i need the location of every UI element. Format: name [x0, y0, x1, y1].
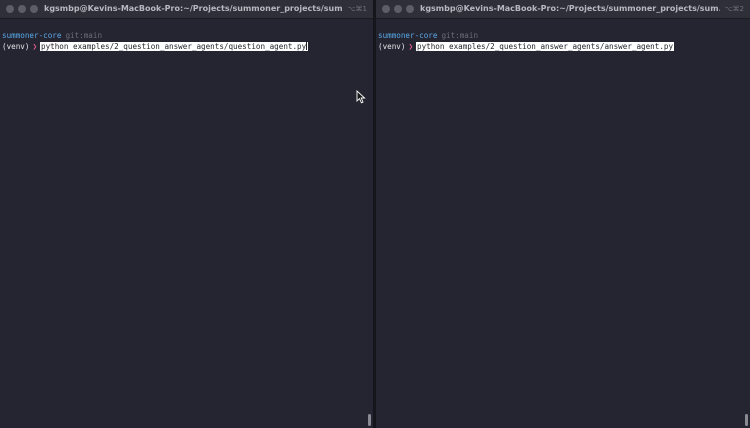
left-prompt-arrow-icon: ❯: [32, 42, 38, 51]
right-command-value: python examples/2_question_answer_agents…: [417, 42, 674, 51]
right-scrollbar[interactable]: [744, 19, 749, 428]
left-scrollbar[interactable]: [367, 19, 372, 428]
right-terminal-content[interactable]: summoner-core git:main (venv) ❯ python exam…: [378, 30, 675, 52]
left-git-branch: git:main: [65, 31, 103, 40]
left-cursor: [306, 41, 308, 50]
right-command-line[interactable]: (venv) ❯ python examples/2_question_answer…: [378, 41, 675, 52]
right-terminal-titlebar[interactable]: kgsmbp@Kevins-MacBook-Pro:~/Projects/sum…: [376, 0, 750, 19]
left-command-text[interactable]: python examples/2_question_answer_agents…: [40, 41, 309, 51]
left-terminal-window[interactable]: kgsmbp@Kevins-MacBook-Pro:~/Projects/sum…: [0, 0, 373, 428]
left-scroll-thumb[interactable]: [368, 414, 371, 426]
right-prompt-header: summoner-core git:main: [378, 30, 674, 41]
right-command-text[interactable]: python examples/2_question_answer_agents…: [416, 42, 675, 51]
left-command-value: python examples/2_question_answer_agents…: [41, 42, 307, 51]
left-env: (venv): [2, 42, 30, 51]
right-prompt-arrow-icon: ❯: [408, 42, 414, 51]
zoom-icon[interactable]: [30, 5, 38, 13]
left-terminal-content[interactable]: summoner-core git:main (venv) ❯ python exam…: [2, 30, 309, 52]
left-terminal-titlebar[interactable]: kgsmbp@Kevins-MacBook-Pro:~/Projects/sum…: [0, 0, 373, 19]
right-directory: summoner-core: [378, 31, 438, 40]
left-command-line[interactable]: (venv) ❯ python examples/2_question_answer…: [2, 41, 309, 52]
minimize-icon[interactable]: [394, 5, 402, 13]
close-icon[interactable]: [6, 5, 14, 13]
mouse-pointer-icon: [356, 90, 366, 104]
screen: kgsmbp@Kevins-MacBook-Pro:~/Projects/sum…: [0, 0, 750, 428]
left-directory: summoner-core: [2, 31, 62, 40]
right-terminal-shortcut: ⌥⌘2: [724, 5, 744, 13]
left-terminal-title: kgsmbp@Kevins-MacBook-Pro:~/Projects/sum…: [44, 4, 343, 13]
zoom-icon[interactable]: [406, 5, 414, 13]
left-terminal-shortcut: ⌥⌘1: [347, 5, 367, 13]
right-git-branch: git:main: [441, 31, 479, 40]
right-scroll-thumb[interactable]: [745, 414, 748, 426]
close-icon[interactable]: [382, 5, 390, 13]
left-prompt-header: summoner-core git:main: [2, 30, 308, 41]
right-env: (venv): [378, 42, 406, 51]
right-terminal-title: kgsmbp@Kevins-MacBook-Pro:~/Projects/sum…: [420, 4, 720, 13]
minimize-icon[interactable]: [18, 5, 26, 13]
right-terminal-window[interactable]: kgsmbp@Kevins-MacBook-Pro:~/Projects/sum…: [376, 0, 750, 428]
